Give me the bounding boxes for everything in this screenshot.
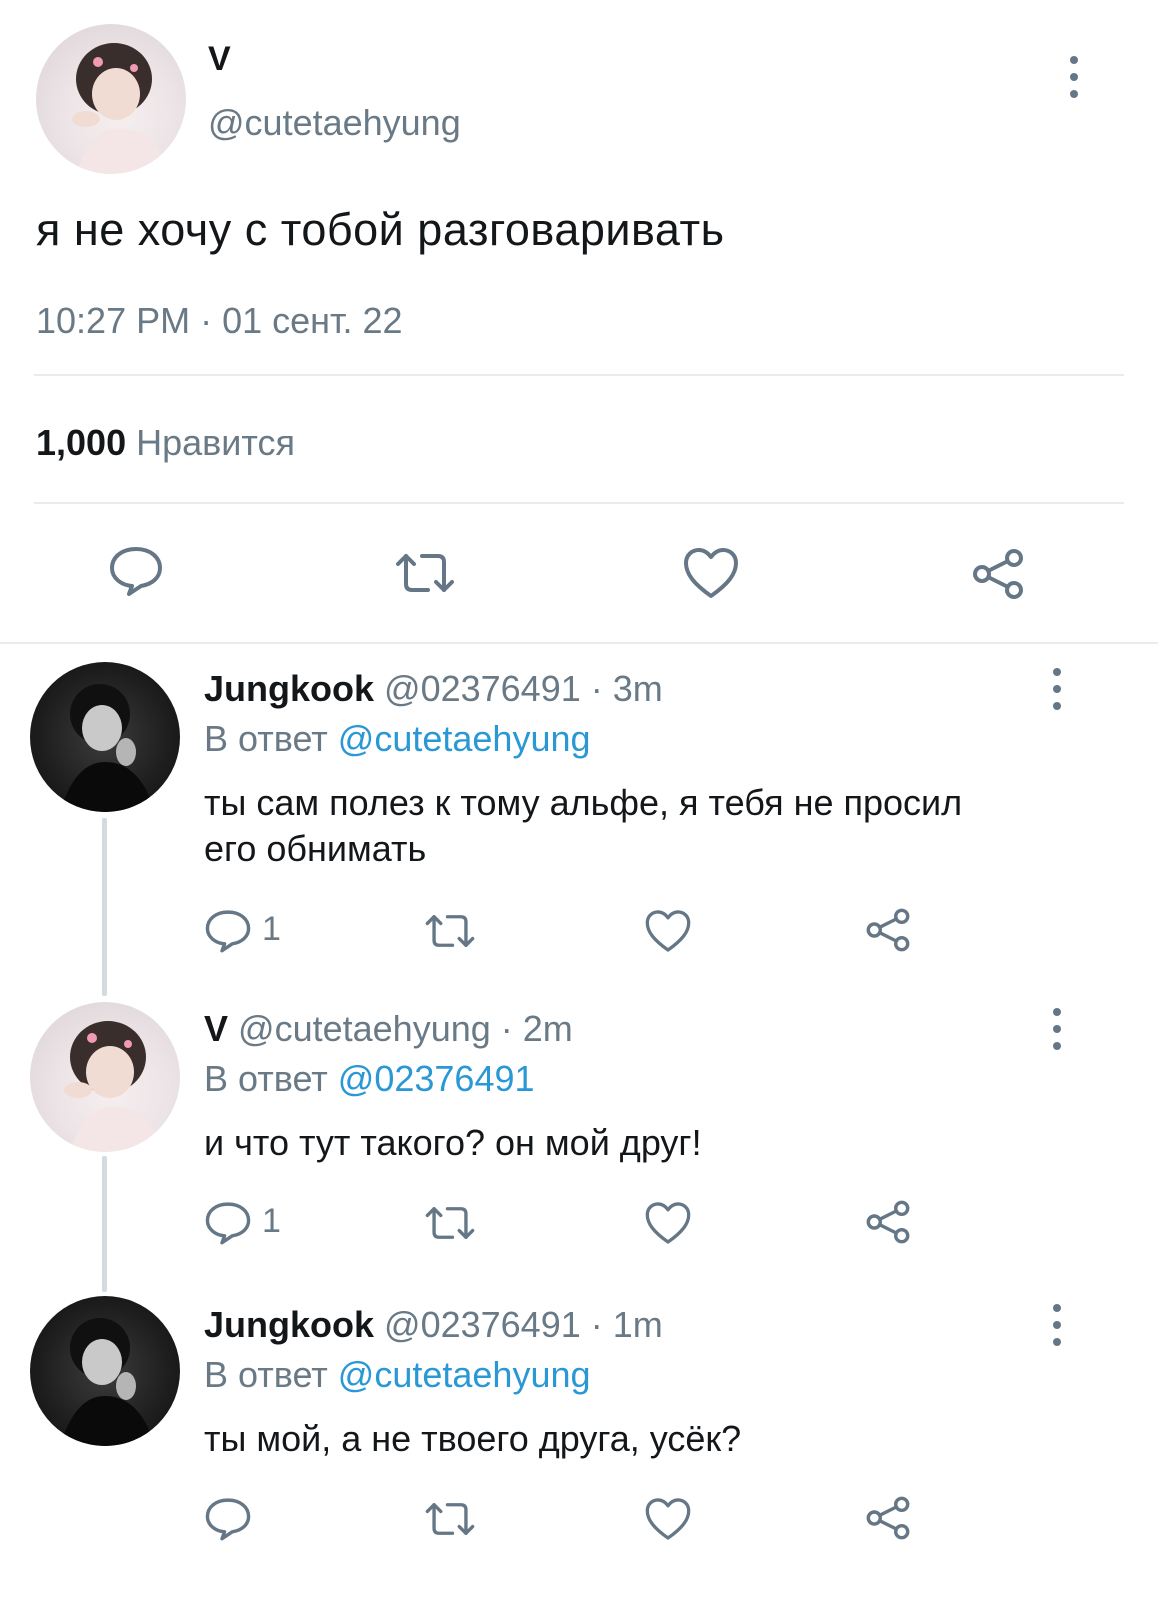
reply-1-display-name[interactable]: Jungkook <box>204 668 374 709</box>
avatar-photo-jungkook <box>60 684 155 812</box>
main-tweet-more-icon[interactable] <box>1067 56 1081 98</box>
avatar-photo-jungkook <box>60 1318 155 1446</box>
retweet-icon[interactable] <box>424 1202 476 1244</box>
retweet-icon[interactable] <box>394 548 456 598</box>
reply-3-reply-prefix: В ответ <box>204 1354 328 1395</box>
likes-count: 1,000 <box>36 422 127 463</box>
reply-2-handle-time[interactable]: @cutetaehyung · 2m <box>238 1008 573 1049</box>
reply-2-avatar[interactable] <box>30 1002 180 1152</box>
main-tweet-handle[interactable]: @cutetaehyung <box>208 102 461 144</box>
thread-connector <box>102 1156 107 1292</box>
reply-1-header: Jungkook @02376491 · 3m <box>204 668 663 710</box>
reply-3-avatar[interactable] <box>30 1296 180 1446</box>
avatar-photo-v <box>64 1021 160 1152</box>
reply-3-handle-time[interactable]: @02376491 · 1m <box>384 1304 663 1345</box>
reply-3-text-line-1: ты мой, а не твоего друга, усёк? <box>204 1418 742 1459</box>
section-separator <box>0 642 1158 644</box>
reply-1-reply-prefix: В ответ <box>204 718 328 759</box>
main-tweet-timestamp: 10:27 PM · 01 сент. 22 <box>36 300 403 341</box>
avatar-photo-v <box>72 43 166 174</box>
reply-1-handle-time[interactable]: @02376491 · 3m <box>384 668 663 709</box>
reply-2-replying-to: В ответ @02376491 <box>204 1058 535 1100</box>
reply-3-display-name[interactable]: Jungkook <box>204 1304 374 1345</box>
likes-label: Нравится <box>136 422 295 463</box>
divider <box>34 374 1124 376</box>
share-icon[interactable] <box>864 1494 912 1542</box>
reply-3-more-icon[interactable] <box>1050 1304 1064 1346</box>
reply-2-reply-prefix: В ответ <box>204 1058 328 1099</box>
share-icon[interactable] <box>864 1198 912 1246</box>
reply-1-text-line-1: ты сам полез к тому альфе, я тебя не про… <box>204 782 963 823</box>
heart-icon[interactable] <box>682 546 740 600</box>
likes-stat[interactable]: 1,000 Нравится <box>36 422 295 464</box>
reply-1-more-icon[interactable] <box>1050 668 1064 710</box>
reply-1-reply-count: 1 <box>262 910 281 948</box>
reply-1-text-line-2: его обнимать <box>204 828 427 869</box>
reply-1-avatar[interactable] <box>30 662 180 812</box>
reply-1-replying-to: В ответ @cutetaehyung <box>204 718 591 760</box>
share-icon[interactable] <box>970 546 1026 602</box>
comment-bubble-icon[interactable] <box>108 545 164 597</box>
comment-bubble-icon[interactable] <box>204 908 252 954</box>
divider <box>34 502 1124 504</box>
reply-3-replying-to: В ответ @cutetaehyung <box>204 1354 591 1396</box>
reply-1-mention-link[interactable]: @cutetaehyung <box>338 718 591 759</box>
comment-bubble-icon[interactable] <box>204 1200 252 1246</box>
reply-2-reply-count: 1 <box>262 1202 281 1240</box>
reply-3-mention-link[interactable]: @cutetaehyung <box>338 1354 591 1395</box>
main-tweet-avatar[interactable] <box>36 24 186 174</box>
retweet-icon[interactable] <box>424 910 476 952</box>
comment-bubble-icon[interactable] <box>204 1496 252 1542</box>
retweet-icon[interactable] <box>424 1498 476 1540</box>
reply-2-text-line-1: и что тут такого? он мой друг! <box>204 1122 702 1163</box>
reply-2-mention-link[interactable]: @02376491 <box>338 1058 535 1099</box>
heart-icon[interactable] <box>644 1200 692 1246</box>
reply-2-display-name[interactable]: V <box>204 1008 228 1049</box>
heart-icon[interactable] <box>644 1496 692 1542</box>
heart-icon[interactable] <box>644 908 692 954</box>
reply-3-header: Jungkook @02376491 · 1m <box>204 1304 663 1346</box>
share-icon[interactable] <box>864 906 912 954</box>
reply-2-more-icon[interactable] <box>1050 1008 1064 1050</box>
reply-2-header: V @cutetaehyung · 2m <box>204 1008 573 1050</box>
main-tweet-display-name[interactable]: V <box>208 40 231 79</box>
thread-connector <box>102 818 107 996</box>
main-tweet-text: я не хочу с тобой разговаривать <box>36 204 725 255</box>
